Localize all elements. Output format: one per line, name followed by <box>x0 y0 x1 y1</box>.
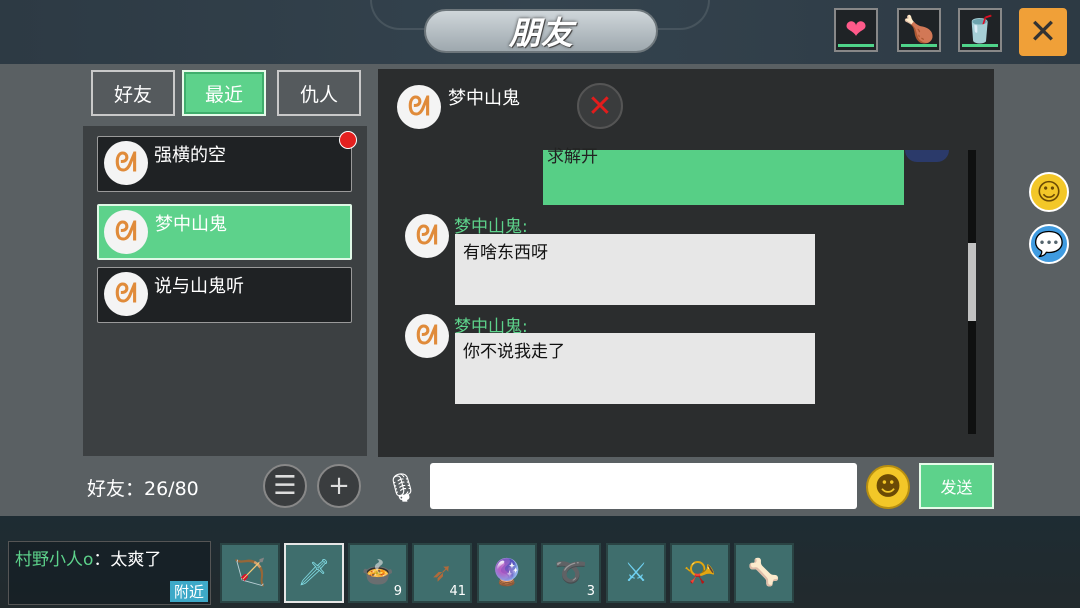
health-button[interactable]: ❤ <box>834 8 878 52</box>
nearby-tag: 附近 <box>169 581 208 602</box>
own-message-bubble: 求解开 <box>543 147 904 205</box>
title-banner: 朋友 <box>424 9 658 53</box>
smiley-icon: ☺ <box>1036 178 1062 206</box>
close-icon: ✕ <box>1028 12 1058 52</box>
water-icon: 🥤 <box>963 15 997 45</box>
scrollbar-thumb[interactable] <box>968 243 976 321</box>
microphone-icon: 🎙 <box>384 470 420 504</box>
avatar: ᘛ <box>405 314 449 358</box>
tab-label: 最近 <box>204 83 243 106</box>
unread-badge <box>339 131 357 149</box>
page-title: 朋友 <box>508 14 573 52</box>
item-count: 41 <box>449 584 466 599</box>
smiley-icon: ☻ <box>874 472 902 502</box>
nearby-text: ：太爽了 <box>93 550 162 570</box>
tab-label: 好友 <box>113 83 152 106</box>
add-friend-button[interactable]: + <box>317 464 361 508</box>
nearby-chat[interactable]: 村野小人o：太爽了 附近 <box>8 541 211 605</box>
hotbar-slot[interactable]: ➰ 3 <box>541 543 601 603</box>
chat-partner-name: 梦中山鬼 <box>448 88 520 109</box>
friend-name: 说与山鬼听 <box>154 276 244 297</box>
close-icon: ✕ <box>587 88 613 124</box>
rope-icon: ➰ <box>554 558 588 588</box>
message-text: 你不说我走了 <box>463 342 565 362</box>
friend-name: 强横的空 <box>154 145 226 166</box>
message-text: 求解开 <box>547 147 598 167</box>
message-bubble: 有啥东西呀 <box>455 234 815 305</box>
hotbar-slot[interactable]: 🍲 9 <box>348 543 408 603</box>
avatar: ᘛ <box>104 141 148 185</box>
hotbar-slot-selected[interactable]: 🗡 <box>284 543 344 603</box>
item-count: 9 <box>393 584 402 599</box>
hunger-button[interactable]: 🍗 <box>897 8 941 52</box>
list-button[interactable]: ☰ <box>263 464 307 508</box>
thirst-button[interactable]: 🥤 <box>958 8 1002 52</box>
friend-row[interactable]: ᘛ 强横的空 <box>97 131 357 192</box>
crystal-sword-icon: ⚔ <box>624 558 648 588</box>
friend-name: 梦中山鬼 <box>155 214 227 235</box>
item-count: 3 <box>586 584 595 599</box>
friend-row[interactable]: ᘛ 说与山鬼听 <box>97 267 352 323</box>
avatar: ᘛ <box>104 210 148 254</box>
hotbar-slot[interactable]: 🏹 <box>220 543 280 603</box>
send-button[interactable]: 发送 <box>919 463 994 509</box>
food-icon: 🍗 <box>902 15 936 45</box>
tab-enemies[interactable]: 仇人 <box>277 70 361 116</box>
heart-icon: ❤ <box>845 15 867 45</box>
tab-friends[interactable]: 好友 <box>91 70 175 116</box>
hotbar-slot[interactable]: 🦴 <box>734 543 794 603</box>
club-icon: 🦴 <box>747 558 781 588</box>
friend-count: 好友：26/80 <box>87 478 199 500</box>
spear-icon: 🗡 <box>297 558 331 588</box>
stew-icon: 🍲 <box>361 558 395 588</box>
avatar: ᘛ <box>397 85 441 129</box>
voice-button[interactable]: 🎙 <box>384 466 420 508</box>
list-icon: ☰ <box>273 471 297 501</box>
delete-chat-button[interactable]: ✕ <box>577 83 623 129</box>
send-label: 发送 <box>940 478 973 497</box>
nearby-sender: 村野小人o <box>15 550 94 570</box>
close-button[interactable]: ✕ <box>1019 8 1067 56</box>
tab-label: 仇人 <box>299 83 338 106</box>
tab-recent[interactable]: 最近 <box>182 70 266 116</box>
hotbar-slot[interactable]: ⚔ <box>606 543 666 603</box>
orb-icon: 🔮 <box>490 558 524 588</box>
horn-icon: 📯 <box>683 558 717 588</box>
chat-input[interactable] <box>430 463 857 509</box>
emoji-side-button[interactable]: ☺ <box>1029 172 1069 212</box>
message-bubble: 你不说我走了 <box>455 333 815 404</box>
hotbar-slot[interactable]: 📯 <box>670 543 730 603</box>
plus-icon: + <box>328 471 350 501</box>
chat-bubble-icon: 💬 <box>1034 230 1064 258</box>
avatar: ᘛ <box>405 214 449 258</box>
hotbar-slot[interactable]: ➶ 41 <box>412 543 472 603</box>
hotbar-slot[interactable]: 🔮 <box>477 543 537 603</box>
nearby-message: 村野小人o：太爽了 <box>15 545 161 570</box>
avatar <box>905 150 949 162</box>
avatar: ᘛ <box>104 272 148 316</box>
bow-icon: 🏹 <box>233 558 267 588</box>
friend-row-selected[interactable]: ᘛ 梦中山鬼 <box>97 204 352 260</box>
chat-side-button[interactable]: 💬 <box>1029 224 1069 264</box>
emoji-button[interactable]: ☻ <box>866 465 910 509</box>
message-text: 有啥东西呀 <box>463 243 548 263</box>
